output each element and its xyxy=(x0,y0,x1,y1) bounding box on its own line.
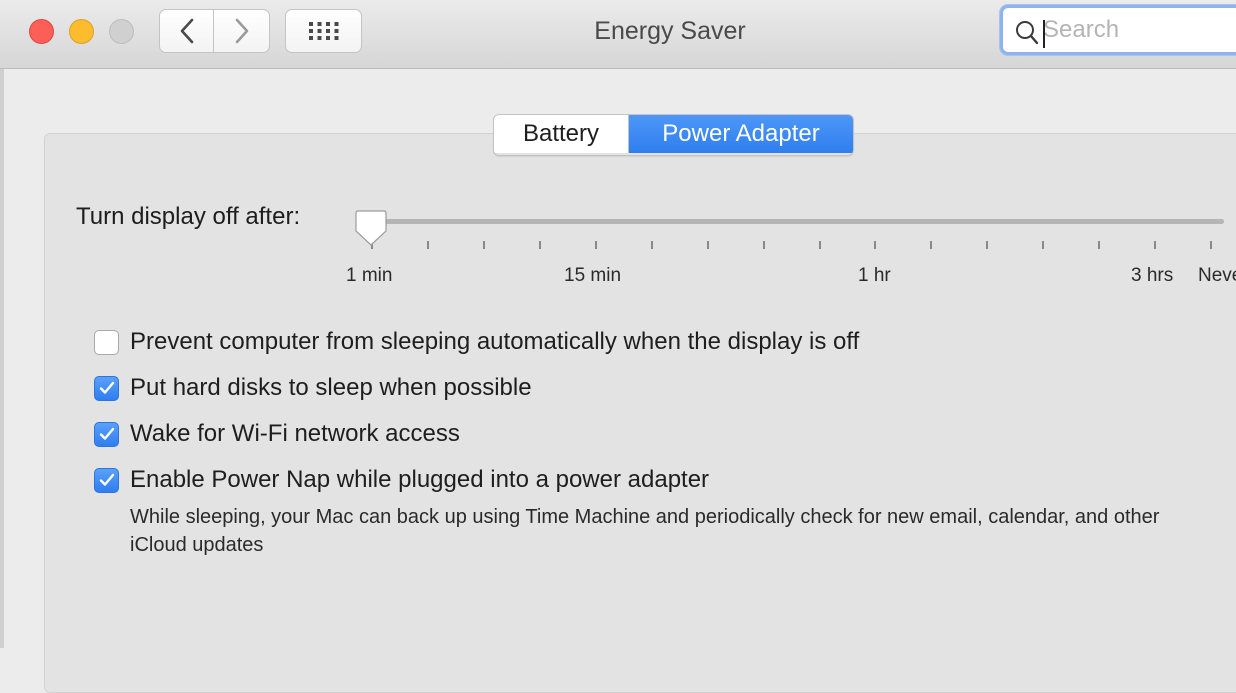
option-power-nap[interactable]: Enable Power Nap while plugged into a po… xyxy=(94,465,709,495)
slider-tick xyxy=(874,241,876,249)
slider-tick xyxy=(539,241,541,249)
slider-tick xyxy=(1098,241,1100,249)
slider-tick xyxy=(986,241,988,249)
display-sleep-slider[interactable] xyxy=(368,219,1224,224)
slider-tick xyxy=(427,241,429,249)
slider-thumb[interactable] xyxy=(355,209,387,247)
wake-wifi-label: Wake for Wi-Fi network access xyxy=(130,420,460,447)
slider-tick xyxy=(707,241,709,249)
wake-wifi-checkbox[interactable] xyxy=(94,421,119,447)
search-field[interactable] xyxy=(1000,5,1236,55)
tab-power-adapter[interactable]: Power Adapter xyxy=(629,115,853,153)
tick-label-never: Never xyxy=(1198,265,1236,286)
tab-battery[interactable]: Battery xyxy=(494,115,629,153)
option-wake-wifi[interactable]: Wake for Wi-Fi network access xyxy=(94,419,460,449)
slider-tick xyxy=(651,241,653,249)
slider-tick xyxy=(1154,241,1156,249)
slider-tick xyxy=(483,241,485,249)
power-nap-label: Enable Power Nap while plugged into a po… xyxy=(130,466,710,493)
slider-tick xyxy=(819,241,821,249)
tick-label-3-hrs: 3 hrs xyxy=(1131,265,1174,286)
option-disk-sleep[interactable]: Put hard disks to sleep when possible xyxy=(94,373,532,403)
checkmark-icon xyxy=(99,381,114,394)
power-nap-description: While sleeping, your Mac can back up usi… xyxy=(130,506,1160,556)
prevent-sleep-label: Prevent computer from sleeping automatic… xyxy=(130,328,860,355)
checkmark-icon xyxy=(99,427,114,440)
disk-sleep-checkbox[interactable] xyxy=(94,375,119,401)
window-edge xyxy=(0,69,4,648)
text-caret xyxy=(1043,20,1045,48)
display-sleep-label: Turn display off after: xyxy=(76,203,301,230)
tick-label-1-min: 1 min xyxy=(346,265,393,286)
checkmark-icon xyxy=(99,473,114,486)
option-prevent-sleep[interactable]: Prevent computer from sleeping automatic… xyxy=(94,327,859,357)
prevent-sleep-checkbox[interactable] xyxy=(94,329,119,355)
slider-tick xyxy=(595,241,597,249)
slider-tick xyxy=(1210,241,1212,249)
title-bar: Energy Saver xyxy=(0,0,1236,69)
search-input[interactable] xyxy=(1043,14,1236,46)
power-nap-checkbox[interactable] xyxy=(94,467,119,493)
tick-label-15-min: 15 min xyxy=(564,265,622,286)
slider-tick xyxy=(763,241,765,249)
magnifier-icon xyxy=(1016,21,1039,45)
power-source-tabs: Battery Power Adapter xyxy=(493,114,854,156)
tick-label-1-hr: 1 hr xyxy=(858,265,891,286)
slider-tick xyxy=(1042,241,1044,249)
slider-tick xyxy=(930,241,932,249)
disk-sleep-label: Put hard disks to sleep when possible xyxy=(130,374,532,401)
